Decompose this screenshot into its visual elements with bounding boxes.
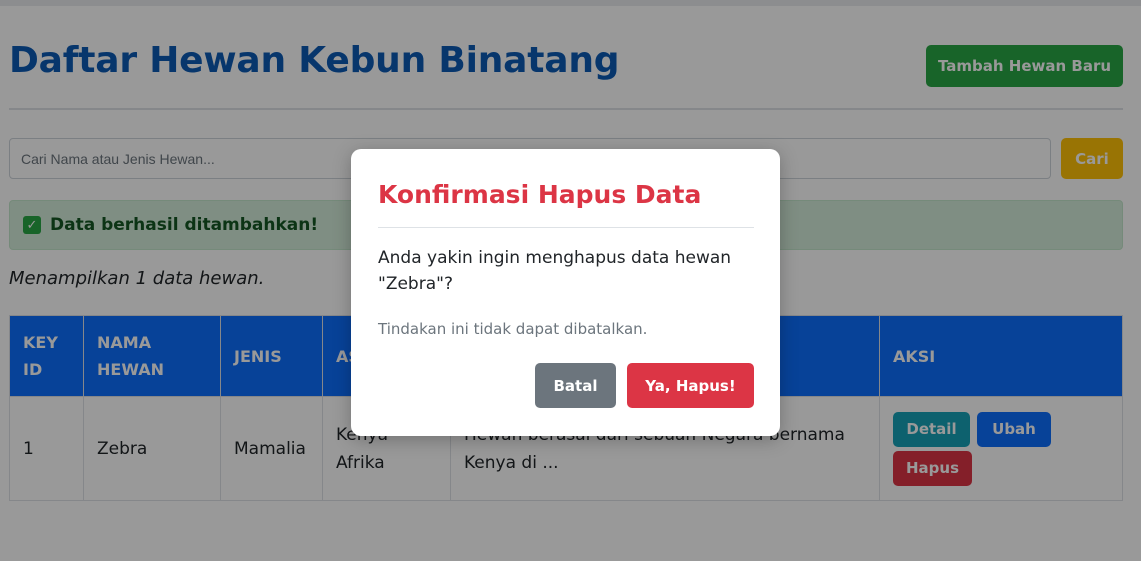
modal-message: Anda yakin ingin menghapus data hewan "Z… <box>378 248 732 294</box>
delete-confirm-modal: Konfirmasi Hapus Data Anda yakin ingin m… <box>351 149 780 436</box>
cancel-button[interactable]: Batal <box>535 363 616 408</box>
modal-note: Tindakan ini tidak dapat dibatalkan. <box>378 320 648 338</box>
modal-title: Konfirmasi Hapus Data <box>378 180 702 209</box>
confirm-delete-button[interactable]: Ya, Hapus! <box>627 363 754 408</box>
modal-divider <box>378 227 754 228</box>
